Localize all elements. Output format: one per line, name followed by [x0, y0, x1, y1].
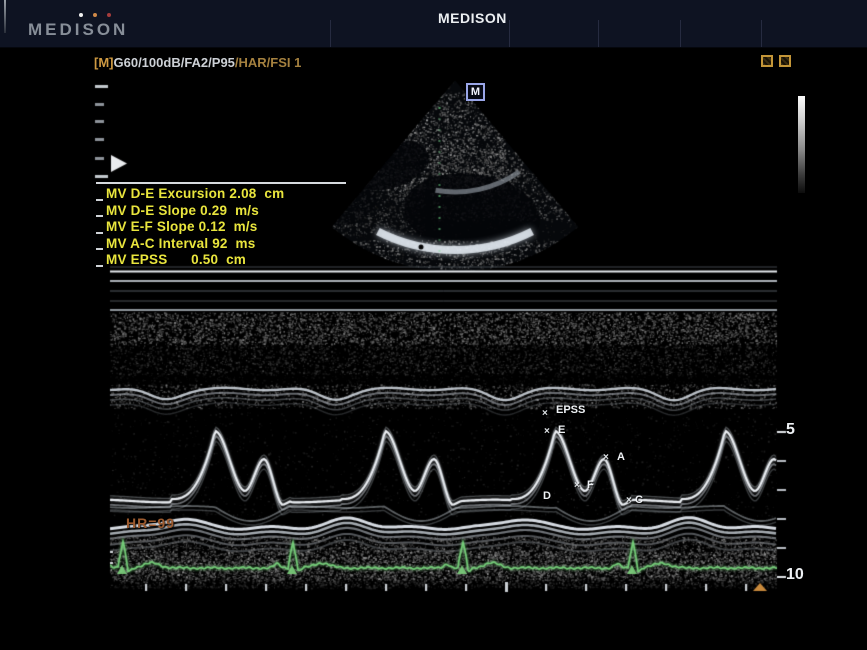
caliper-x-icon: × [603, 452, 609, 463]
measurement-text: MV A-C Interval 92 ms [106, 236, 255, 253]
ultrasound-image-canvas [0, 0, 867, 650]
left-edge-line [4, 0, 6, 33]
logo-dot-orange-icon [93, 13, 97, 17]
measurement-row: MV EPSS 0.50 cm [96, 252, 346, 269]
grayscale-bar [798, 96, 805, 193]
depth-label-5: 5 [786, 421, 795, 439]
brand-logo: MEDISON [28, 20, 128, 40]
tick-icon [96, 265, 103, 267]
caliper-x-icon: × [574, 480, 580, 491]
imaging-params-line: [M]G60/100dB/FA2/P95/HAR/FSI 1 [94, 55, 301, 70]
panel-divider [96, 182, 346, 184]
caliper-x-icon: × [542, 408, 548, 419]
thumbnail-store-icon[interactable] [761, 55, 773, 67]
measurement-row: MV D-E Excursion 2.08 cm [96, 186, 346, 203]
tick-icon [96, 215, 103, 217]
logo-dot-red-icon [107, 13, 111, 17]
topbar-separator [330, 20, 331, 47]
caliper-x-icon: × [544, 426, 550, 437]
mode-badge: [M] [94, 55, 114, 70]
measurement-row: MV A-C Interval 92 ms [96, 236, 346, 253]
clipboard-icon[interactable] [779, 55, 791, 67]
imaging-params: G60/100dB/FA2/P95 [114, 55, 235, 70]
measurement-row: MV E-F Slope 0.12 m/s [96, 219, 346, 236]
mline-badge: M [466, 83, 485, 101]
trace-label-epss: EPSS [556, 404, 585, 416]
trace-label-f: F [587, 479, 594, 491]
harmonics-params: /HAR/FSI 1 [235, 55, 301, 70]
depth-label-10: 10 [786, 566, 804, 584]
topbar-separator [509, 20, 510, 47]
measurement-text: MV E-F Slope 0.12 m/s [106, 219, 257, 236]
ultrasound-screen: MEDISON MEDISON [M]G60/100dB/FA2/P95/HAR… [0, 0, 867, 650]
trace-label-e: E [558, 424, 565, 436]
topbar-separator [598, 20, 599, 47]
trace-label-c: C [635, 494, 643, 506]
tick-icon [96, 248, 103, 250]
heart-rate-label: HR=99 [126, 515, 175, 531]
measurement-text: MV D-E Slope 0.29 m/s [106, 203, 259, 220]
measurement-text: MV D-E Excursion 2.08 cm [106, 186, 284, 203]
measurement-text: MV EPSS 0.50 cm [106, 252, 246, 269]
tick-icon [96, 199, 103, 201]
topbar-separator [680, 20, 681, 47]
measurement-row: MV D-E Slope 0.29 m/s [96, 203, 346, 220]
caliper-x-icon: × [626, 495, 632, 506]
measurement-panel: MV D-E Excursion 2.08 cm MV D-E Slope 0.… [96, 182, 346, 269]
window-title: MEDISON [438, 10, 507, 26]
topbar-separator [761, 20, 762, 47]
trace-label-a: A [617, 451, 625, 463]
tick-icon [96, 232, 103, 234]
trace-label-d: D [543, 490, 551, 502]
top-bar: MEDISON MEDISON [0, 0, 867, 48]
logo-dot-white-icon [79, 13, 83, 17]
